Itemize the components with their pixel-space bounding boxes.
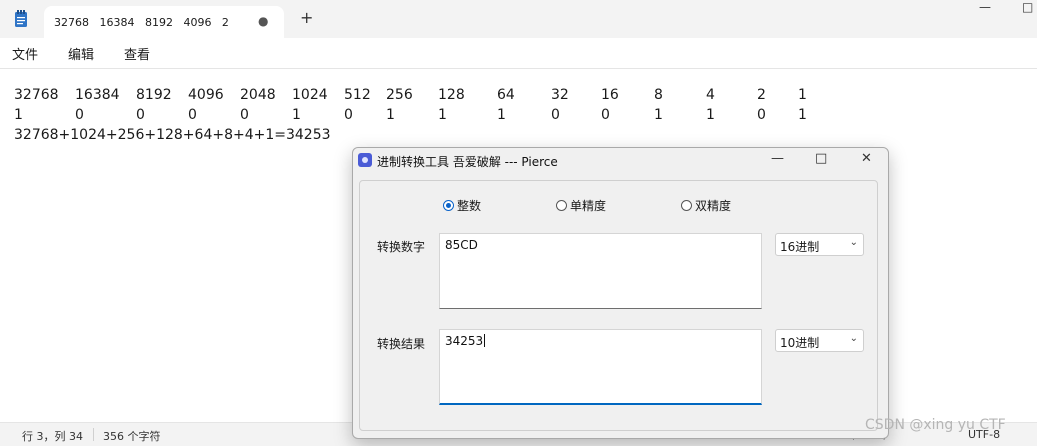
result-field[interactable]: 34253 (439, 329, 762, 405)
text-token: 16384 (75, 87, 120, 103)
radio-double-label: 双精度 (695, 199, 732, 213)
notepad-titlebar: 32768 16384 8192 4096 2 ● + — □ (0, 0, 1037, 38)
document-tab[interactable]: 32768 16384 8192 4096 2 ● (44, 6, 284, 38)
minimize-button[interactable]: — (979, 0, 991, 14)
text-token: 32 (551, 87, 569, 103)
text-line-2: 1 0 0 0 0 1 0 1 1 1 0 0 1 1 0 1 (0, 107, 1037, 127)
radio-integer-label: 整数 (457, 199, 482, 213)
menu-edit[interactable]: 编辑 (68, 44, 94, 63)
text-token: 1 (497, 107, 506, 123)
tab-title: 32768 16384 8192 4096 2 (54, 15, 229, 29)
converter-dialog: 进制转换工具 吾爱破解 --- Pierce — □ ✕ 整数 单精度 双精度 … (352, 147, 889, 439)
input-number-field[interactable]: 85CD (439, 233, 762, 309)
unsaved-dot-icon[interactable]: ● (258, 14, 268, 28)
notepad-app-icon (15, 10, 27, 27)
text-token: 4096 (188, 87, 224, 103)
radio-selected-icon[interactable] (443, 200, 454, 211)
text-token: 1024 (292, 87, 328, 103)
text-token: 0 (240, 107, 249, 123)
radio-integer[interactable]: 整数 (443, 197, 481, 214)
status-divider (93, 428, 94, 441)
dialog-close-button[interactable]: ✕ (861, 151, 872, 166)
converter-app-icon (358, 153, 372, 167)
result-label: 转换结果 (377, 337, 426, 351)
text-token: 1 (654, 107, 663, 123)
input-number-label: 转换数字 (377, 240, 426, 254)
text-token: 128 (438, 87, 465, 103)
result-base-value: 10进制 (780, 336, 820, 350)
menu-bar: 文件 编辑 查看 (0, 38, 1037, 69)
char-count: 356 个字符 (103, 430, 161, 443)
text-token: 1 (798, 87, 807, 103)
radio-double-precision[interactable]: 双精度 (681, 197, 731, 214)
input-number-value: 85CD (445, 238, 478, 252)
text-token: 1 (14, 107, 23, 123)
radio-single-precision[interactable]: 单精度 (556, 197, 606, 214)
text-token: 4 (706, 87, 715, 103)
text-token: 1 (386, 107, 395, 123)
text-token: 0 (601, 107, 610, 123)
new-tab-button[interactable]: + (300, 8, 313, 27)
text-token: 16 (601, 87, 619, 103)
text-line-3: 32768+1024+256+128+64+8+4+1=34253 (14, 127, 331, 143)
text-token: 512 (344, 87, 371, 103)
text-token: 256 (386, 87, 413, 103)
text-caret (484, 334, 486, 347)
text-token: 32768 (14, 87, 59, 103)
text-token: 0 (551, 107, 560, 123)
dialog-titlebar[interactable]: 进制转换工具 吾爱破解 --- Pierce — □ ✕ (353, 148, 888, 172)
radio-unselected-icon[interactable] (681, 200, 692, 211)
maximize-button[interactable]: □ (1022, 0, 1033, 14)
chevron-down-icon: ⌄ (849, 237, 858, 248)
chevron-down-icon: ⌄ (849, 333, 858, 344)
result-value: 34253 (445, 334, 484, 348)
text-token: 1 (292, 107, 301, 123)
text-token: 2048 (240, 87, 276, 103)
radio-unselected-icon[interactable] (556, 200, 567, 211)
text-token: 0 (75, 107, 84, 123)
text-token: 1 (706, 107, 715, 123)
result-base-select[interactable]: 10进制 ⌄ (775, 329, 864, 352)
dialog-minimize-button[interactable]: — (771, 151, 784, 166)
text-token: 8 (654, 87, 663, 103)
input-base-value: 16进制 (780, 240, 820, 254)
csdn-watermark: CSDN @xing yu CTF (865, 417, 1006, 433)
menu-view[interactable]: 查看 (124, 44, 150, 63)
text-token: 64 (497, 87, 515, 103)
text-line-1: 32768 16384 8192 4096 2048 1024 512 256 128 64 32 1… (0, 87, 1037, 107)
dialog-title: 进制转换工具 吾爱破解 --- Pierce (377, 155, 558, 169)
dialog-maximize-button[interactable]: □ (815, 151, 827, 166)
text-token: 2 (757, 87, 766, 103)
text-token: 1 (798, 107, 807, 123)
input-base-select[interactable]: 16进制 ⌄ (775, 233, 864, 256)
text-token: 0 (188, 107, 197, 123)
text-token: 0 (136, 107, 145, 123)
text-token: 8192 (136, 87, 172, 103)
text-token: 0 (757, 107, 766, 123)
cursor-position: 行 3，列 34 (22, 430, 83, 443)
menu-file[interactable]: 文件 (12, 44, 38, 63)
text-token: 0 (344, 107, 353, 123)
radio-single-label: 单精度 (570, 199, 607, 213)
text-token: 1 (438, 107, 447, 123)
